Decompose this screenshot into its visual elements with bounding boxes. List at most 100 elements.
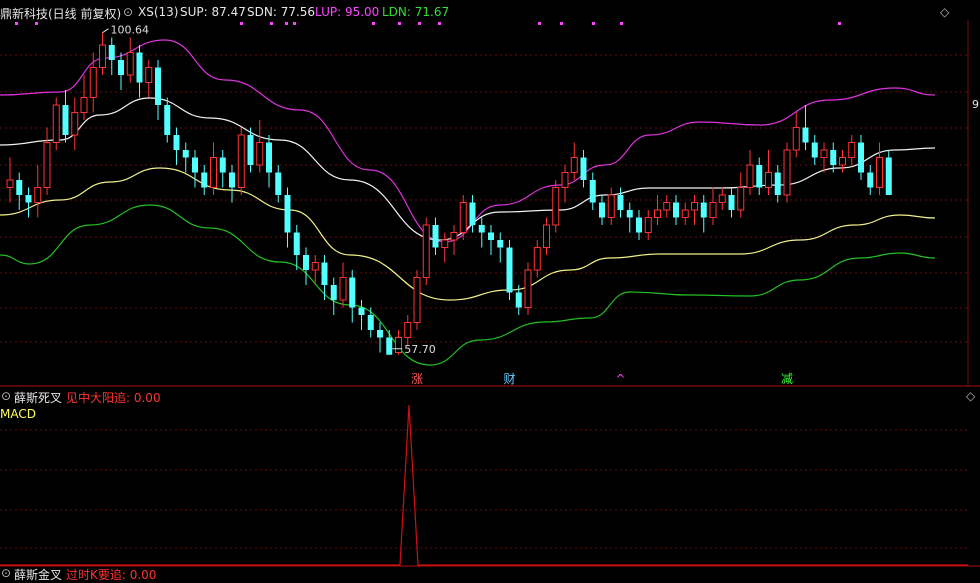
candle-body [607,194,615,218]
candle-body [737,187,745,211]
candle-body [774,172,781,195]
top-signal-dot [15,22,18,25]
candle-body [441,239,449,248]
signal-label: 减 [781,372,793,386]
candle-body [339,277,347,301]
top-signal-dot [398,22,401,25]
candle-body [691,202,698,211]
candle-body [145,67,153,83]
right-axis-fragment: 9 [972,98,979,111]
top-signal-dot [372,22,375,25]
candle-body [488,232,494,240]
candle-body [570,157,578,173]
xs-death-cross-spike [0,404,968,566]
candle-body [459,202,467,233]
signal-label: 财 [503,372,515,386]
candle-body [746,164,754,188]
candle-body [173,135,180,150]
panel2-sub-label: MACD [0,407,36,421]
sup-value: SUP: 87.47 [180,5,246,19]
candle-body [367,315,374,330]
candle-body [266,142,272,173]
top-signal-dot [560,22,563,25]
candle-body [321,262,328,285]
candle-body [839,157,846,166]
stock-title: 鼎新科技(日线 前复权) [0,7,122,21]
candle-body [802,127,809,143]
candle-body [71,112,79,136]
top-signal-dot [620,22,623,25]
candle-body [25,195,32,203]
candle-body [506,247,513,293]
candle-body [858,142,864,173]
candle-body [681,209,689,218]
top-signal-dot [35,22,38,25]
candle-body [303,255,309,270]
candle-body [247,135,254,165]
candle-body [192,157,198,173]
candle-body [700,202,707,218]
signal-label: 涨 [411,371,423,386]
high-pointer [102,28,109,34]
candle-body [256,142,264,166]
candle-body [552,187,560,226]
candle-body [89,67,97,98]
panel2-diamond-icon[interactable]: ◇ [966,389,975,403]
lup-value: LUP: 95.00 [315,5,380,19]
candle-body [422,224,430,278]
candle-body [34,187,42,203]
indicator-switch-icon[interactable]: ⊙ [123,5,133,19]
candle-body [709,202,717,218]
panel2-signal: 见中大阳追: 0.00 [66,391,161,405]
panel2-indicator[interactable]: 薛斯死叉 [14,389,62,406]
candle-body [728,195,735,210]
candle-body [311,262,319,271]
candle-body [16,180,23,195]
low-price-label: 57.70 [404,343,436,356]
candle-body [432,225,439,248]
candle-body [219,157,226,173]
candle-body [867,172,874,188]
candle-body [99,44,106,68]
candle-body [229,172,235,188]
top-signal-dot [592,22,595,25]
candle-body [404,322,412,338]
candle-body [561,172,569,188]
candle-body [599,202,605,218]
candle-body [284,195,291,233]
candle-body [848,142,856,158]
panel2-switch-icon[interactable]: ⊙ [1,389,11,403]
candle-body [126,52,134,76]
candle-body [644,217,652,233]
candle-body [377,330,383,338]
diamond-icon[interactable]: ◇ [940,5,949,19]
candle-body [275,172,282,195]
candle-body [395,337,402,353]
candle-body [820,149,828,158]
candle-body [136,52,143,83]
candle-body [524,269,532,308]
candle-body [43,142,51,188]
top-signal-dot [438,22,441,25]
top-signal-dot [418,22,421,25]
top-signal-dot [293,22,296,25]
panel3-switch-icon[interactable]: ⊙ [1,566,11,580]
candle-body [450,232,458,241]
candle-body [718,194,726,203]
candle-body [330,285,337,300]
candle-body [589,180,596,203]
candle-body [636,217,642,233]
candle-body [543,224,550,248]
candle-body [155,67,161,105]
candle-body [469,202,476,225]
stock-chart: 100.64 57.70 涨 财 ^ 减 [0,20,980,567]
indicator-name[interactable]: XS(13) [138,5,178,19]
candle-body [515,292,522,308]
candle-body [358,307,365,315]
candle-body [617,195,624,210]
candle-body [413,277,421,323]
candle-body [497,240,504,248]
candle-body [52,104,60,143]
candle-body [533,247,541,271]
candle-body [293,232,300,255]
